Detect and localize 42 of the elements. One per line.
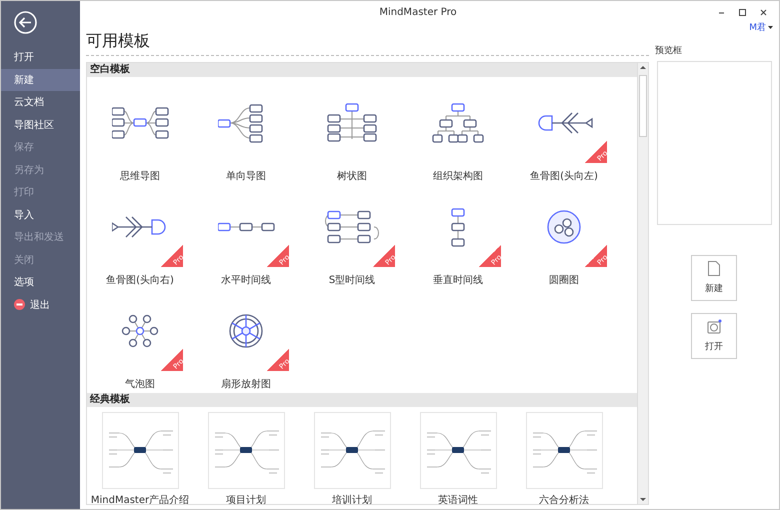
template-label[interactable]: 鱼骨图(头向右) [106,273,174,287]
sidebar-item[interactable]: 新建 [1,68,80,91]
scrollbar-thumb[interactable] [639,75,647,137]
template-label[interactable]: 思维导图 [120,169,160,183]
exit-icon [14,299,25,310]
template-label[interactable]: 气泡图 [125,377,155,391]
page-heading: 可用模板 [86,23,649,56]
section-header: 经典模板 [87,393,637,407]
caret-icon [768,26,773,30]
document-icon [708,261,720,276]
sidebar-item[interactable]: 导入 [1,204,80,226]
mind-map-thumbnail[interactable] [420,412,496,489]
mind-map-thumbnail[interactable] [314,412,390,489]
mind-map-thumbnail[interactable] [526,412,602,489]
template-label[interactable]: 水平时间线 [221,273,271,287]
template-label[interactable]: 组织架构图 [433,169,483,183]
template-label[interactable]: 扇形放射图 [221,377,271,391]
sidebar-item[interactable]: 选项 [1,271,80,294]
template-label[interactable]: 垂直时间线 [433,273,483,287]
template-diagram-icon [218,222,274,232]
template-label[interactable]: 圆圈图 [549,273,579,287]
maximize-icon[interactable] [737,6,748,18]
template-label[interactable]: 单向导图 [226,169,266,183]
template-label[interactable]: 英语词性 [438,493,478,504]
mind-map-thumbnail[interactable] [208,412,284,489]
sidebar-item[interactable]: 打开 [1,46,80,68]
user-menu[interactable]: M君 [749,21,773,34]
sidebar-item[interactable]: 云文档 [1,91,80,114]
sidebar-item[interactable]: 导图社区 [1,114,80,136]
close-icon[interactable] [758,6,769,18]
mind-map-thumbnail[interactable] [102,412,178,489]
template-diagram-icon [451,208,465,246]
window-title: MindMaster Pro [378,6,458,18]
template-label[interactable]: 鱼骨图(头向左) [530,169,598,183]
action-button[interactable]: 打开 [691,313,737,359]
action-button[interactable]: 新建 [691,255,737,301]
section-header: 空白模板 [87,63,637,77]
template-label[interactable]: 树状图 [337,169,367,183]
template-label[interactable]: S型时间线 [328,273,376,287]
back-icon[interactable] [14,11,37,34]
sidebar-item[interactable]: 退出 [1,294,80,316]
preview-title: 预览框 [655,44,682,57]
